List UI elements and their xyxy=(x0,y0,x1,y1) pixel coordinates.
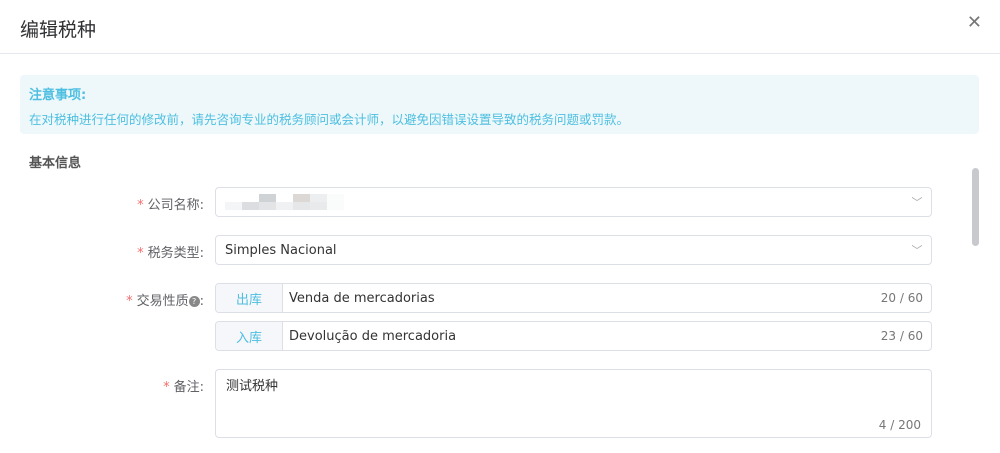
chevron-down-icon: ﹀ xyxy=(911,244,923,257)
remark-value: 测试税种 xyxy=(226,379,279,394)
section-title: 基本信息 xyxy=(29,156,82,171)
notice-text: 在对税种进行任何的修改前，请先咨询专业的税务顾问或会计师，以避免因错误设置导致的… xyxy=(29,112,630,127)
close-icon[interactable]: ✕ xyxy=(967,12,982,33)
scrollbar-thumb[interactable] xyxy=(972,168,979,246)
inbound-input[interactable]: 入库 Devolução de mercadoria 23 / 60 xyxy=(215,321,932,351)
inbound-prefix: 入库 xyxy=(216,322,283,350)
dialog-title: 编辑税种 xyxy=(20,19,97,41)
notice-box: 注意事项: 在对税种进行任何的修改前，请先咨询专业的税务顾问或会计师，以避免因错… xyxy=(20,75,979,134)
company-label: * 公司名称: xyxy=(137,198,204,213)
dialog-header: 编辑税种 ✕ xyxy=(0,0,1000,54)
outbound-input[interactable]: 出库 Venda de mercadorias 20 / 60 xyxy=(215,283,932,313)
remark-label: * 备注: xyxy=(163,380,204,395)
tax-type-value: Simples Nacional xyxy=(225,242,337,258)
outbound-prefix: 出库 xyxy=(216,284,283,312)
outbound-count: 20 / 60 xyxy=(880,291,923,305)
remark-textarea[interactable]: 测试税种 4 / 200 xyxy=(215,369,932,438)
tax-type-select[interactable]: Simples Nacional ﹀ xyxy=(215,235,932,265)
notice-title: 注意事项: xyxy=(29,88,87,103)
remark-count: 4 / 200 xyxy=(878,418,921,432)
outbound-value: Venda de mercadorias xyxy=(289,290,435,306)
tax-type-label: * 税务类型: xyxy=(137,246,204,261)
company-select[interactable]: ﹀ xyxy=(215,187,932,217)
question-circle-icon[interactable]: ? xyxy=(188,296,200,307)
inbound-value: Devolução de mercadoria xyxy=(289,328,457,344)
inbound-count: 23 / 60 xyxy=(880,329,923,343)
company-value-redacted xyxy=(216,194,903,210)
transaction-label: * 交易性质?: xyxy=(126,294,204,309)
chevron-down-icon: ﹀ xyxy=(911,196,923,209)
